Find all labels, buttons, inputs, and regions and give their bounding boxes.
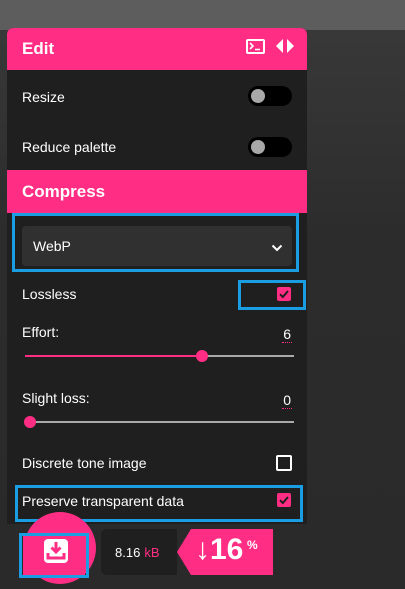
- effort-slider-thumb[interactable]: [196, 350, 208, 362]
- resize-toggle[interactable]: [248, 86, 292, 106]
- header-actions: [246, 38, 295, 54]
- toggle-knob: [251, 140, 265, 154]
- slight-loss-slider[interactable]: [24, 416, 294, 428]
- preserve-transparent-checkbox[interactable]: [277, 493, 291, 507]
- download-icon[interactable]: [43, 538, 69, 564]
- chevron-down-icon: [271, 239, 283, 257]
- size-reduction-badge: ↓16 %: [177, 529, 273, 575]
- background-top: [0, 0, 405, 30]
- slight-loss-label: Slight loss:: [22, 390, 90, 406]
- checkmark-icon: [279, 496, 289, 505]
- discrete-tone-checkbox[interactable]: [276, 455, 292, 471]
- toggle-knob: [251, 89, 265, 103]
- output-size-unit: kB: [144, 544, 160, 560]
- format-select-value: WebP: [33, 238, 71, 254]
- edit-title: Edit: [22, 39, 55, 58]
- preserve-transparent-label: Preserve transparent data: [22, 493, 184, 509]
- size-reduction-value: ↓16: [195, 533, 244, 566]
- compress-section-header: Compress: [7, 170, 307, 213]
- effort-slider-fill: [25, 355, 202, 357]
- reduce-palette-toggle[interactable]: [248, 137, 292, 157]
- swap-arrows-icon[interactable]: [275, 38, 295, 54]
- lossless-label: Lossless: [22, 286, 77, 302]
- terminal-icon[interactable]: [246, 38, 265, 54]
- compress-title: Compress: [22, 181, 106, 201]
- output-size: 8.16 kB: [101, 529, 177, 575]
- slight-loss-value[interactable]: 0: [282, 392, 292, 409]
- resize-label: Resize: [22, 89, 65, 105]
- slight-loss-slider-thumb[interactable]: [24, 416, 36, 428]
- format-select[interactable]: WebP: [22, 226, 292, 266]
- discrete-tone-label: Discrete tone image: [22, 455, 147, 471]
- options-panel: Edit Resize Reduce palette Compress WebP…: [7, 28, 307, 524]
- effort-label: Effort:: [22, 324, 60, 340]
- edit-section-header: Edit: [7, 28, 307, 70]
- size-reduction-unit: %: [247, 538, 258, 552]
- effort-slider[interactable]: [25, 350, 294, 362]
- lossless-checkbox[interactable]: [277, 287, 291, 301]
- effort-value[interactable]: 6: [282, 326, 292, 343]
- reduce-palette-label: Reduce palette: [22, 139, 117, 155]
- checkmark-icon: [279, 290, 289, 299]
- output-size-value: 8.16: [115, 544, 141, 560]
